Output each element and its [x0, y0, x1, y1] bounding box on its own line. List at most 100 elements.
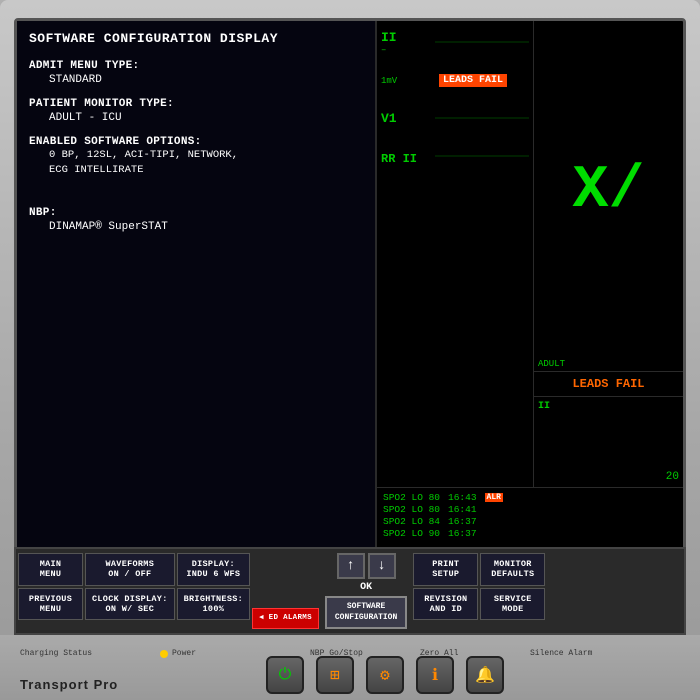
spo2-time-2: 16:37 — [448, 516, 477, 527]
menu-icon: ⊞ — [330, 665, 340, 685]
btn-group-left1: MAINMENU PREVIOUSMENU — [18, 553, 83, 629]
wave-label-rr: RR II — [381, 148, 431, 166]
config-title: SOFTWARE CONFIGURATION DISPLAY — [29, 31, 363, 46]
ed-alarms-group: ◀ ED ALARMS — [252, 553, 319, 629]
menu-button[interactable]: ⊞ — [316, 656, 354, 694]
spo2-row-1: SPO2 LO 80 16:41 — [383, 504, 677, 515]
spo2-time-0: 16:43 — [448, 492, 477, 503]
power-icon: ⏻ — [279, 666, 292, 684]
spo2-label-2: SPO2 LO 84 — [383, 516, 440, 527]
phys-buttons: ⏻ ⊞ ⚙ ℹ 🔔 — [100, 656, 670, 694]
software-config-button[interactable]: SOFTWARECONFIGURATION — [325, 596, 407, 629]
leads-fail-badge-1: LEADS FAIL — [439, 74, 507, 87]
waveform-svg-rr — [435, 139, 529, 174]
spo2-time-1: 16:41 — [448, 504, 477, 515]
config-icon: ⚙ — [380, 665, 390, 685]
wave-row-ii: II – — [381, 25, 529, 60]
btn-group-right1: PRINTSETUP REVISIONAND ID — [413, 553, 478, 629]
wave-row-rr: RR II — [381, 139, 529, 174]
wave-label-1mv: 1mV — [381, 76, 431, 86]
wave-row-v1: V1 — [381, 101, 529, 136]
ii-sub: – — [381, 45, 431, 55]
nbp-section: NBP: DINAMAP® SuperSTAT — [29, 207, 363, 233]
enabled-options-value1: 0 BP, 12SL, ACI-TIPI, NETWORK, — [29, 148, 363, 163]
right-waveform-vitals: II – 1mV — [377, 21, 683, 567]
charging-status-label: Charging Status — [20, 649, 92, 658]
patient-monitor-value: ADULT - ICU — [29, 112, 363, 124]
alr-badge: ALR — [485, 493, 503, 502]
enabled-options-label: ENABLED SOFTWARE OPTIONS: — [29, 136, 363, 148]
screen-content: SOFTWARE CONFIGURATION DISPLAY ADMIT MEN… — [17, 21, 683, 567]
mini-displays-col: X/ ADULT LEADS FAIL II 20 — [533, 21, 683, 487]
wave-label-v1: V1 — [381, 111, 431, 126]
revision-id-button[interactable]: REVISIONAND ID — [413, 588, 478, 620]
monitor-defaults-button[interactable]: MONITORDEFAULTS — [480, 553, 545, 585]
admit-menu-label: ADMIT MENU TYPE: — [29, 60, 363, 72]
device-outer: ED-48 SOFTWARE CONFIGURATION DISPLAY ADM… — [0, 0, 700, 700]
center-controls: ↑ ↓ OK SOFTWARECONFIGURATION — [321, 553, 411, 629]
mini-display-top: X/ ADULT — [534, 21, 683, 372]
arrow-buttons: ↑ ↓ — [337, 553, 396, 579]
spo2-label-1: SPO2 LO 80 — [383, 504, 440, 515]
wave-row-1mv: 1mV LEADS FAIL — [381, 63, 529, 98]
waveform-svg-v1 — [435, 101, 529, 136]
patient-monitor-section: PATIENT MONITOR TYPE: ADULT - ICU — [29, 98, 363, 124]
btn-group-left2: WAVEFORMSON / OFF CLOCK DISPLAY:ON W/ SE… — [85, 553, 175, 629]
main-menu-button[interactable]: MAINMENU — [18, 553, 83, 585]
btn-group-left3: DISPLAY:INDU 6 WFS BRIGHTNESS:100% — [177, 553, 250, 629]
print-setup-button[interactable]: PRINTSETUP — [413, 553, 478, 585]
admit-menu-section: ADMIT MENU TYPE: STANDARD — [29, 60, 363, 86]
rr-label: RR II — [381, 148, 431, 166]
spo2-row-0: SPO2 LO 80 16:43 ALR — [383, 492, 677, 503]
spo2-label-3: SPO2 LO 90 — [383, 528, 440, 539]
power-button[interactable]: ⏻ — [266, 656, 304, 694]
spo2-label-0: SPO2 LO 80 — [383, 492, 440, 503]
wave-content-v1 — [435, 101, 529, 136]
screen-area: SOFTWARE CONFIGURATION DISPLAY ADMIT MEN… — [14, 18, 686, 570]
nbp-value: DINAMAP® SuperSTAT — [29, 221, 363, 233]
big-x-display: X/ — [572, 161, 644, 221]
adult-label: ADULT — [538, 359, 565, 369]
ii-label: II — [381, 30, 431, 45]
info-button[interactable]: ℹ — [416, 656, 454, 694]
wave-content-1mv: LEADS FAIL — [435, 63, 529, 98]
transport-pro-text: Transport Pro — [20, 677, 118, 692]
config-button[interactable]: ⚙ — [366, 656, 404, 694]
wave-content-ii — [435, 25, 529, 60]
display-button[interactable]: DISPLAY:INDU 6 WFS — [177, 553, 250, 585]
brightness-button[interactable]: BRIGHTNESS:100% — [177, 588, 250, 620]
leads-fail-text: LEADS FAIL — [538, 375, 679, 393]
config-panel: SOFTWARE CONFIGURATION DISPLAY ADMIT MEN… — [17, 21, 377, 567]
spo2-row-2: SPO2 LO 84 16:37 — [383, 516, 677, 527]
right-top: II – 1mV — [377, 21, 683, 487]
ok-label: OK — [360, 582, 372, 593]
ii-small-label: II — [538, 401, 550, 412]
clock-display-button[interactable]: CLOCK DISPLAY:ON W/ SEC — [85, 588, 175, 620]
mini-display-bottom: II 20 — [534, 397, 683, 487]
admit-menu-value: STANDARD — [29, 74, 363, 86]
1mv-label: 1mV — [381, 76, 431, 86]
alarm-icon: 🔔 — [475, 665, 495, 685]
nbp-label: NBP: — [29, 207, 363, 219]
btn-group-right2: MONITORDEFAULTS SERVICEMODE — [480, 553, 545, 629]
wave-content-rr — [435, 139, 529, 174]
device-bottom: Charging Status Power NBP Go/Stop Zero A… — [0, 635, 700, 700]
leads-fail-banner: LEADS FAIL — [534, 372, 683, 397]
spo2-time-3: 16:37 — [448, 528, 477, 539]
button-bar: MAINMENU PREVIOUSMENU WAVEFORMSON / OFF … — [14, 547, 686, 635]
waveforms-button[interactable]: WAVEFORMSON / OFF — [85, 553, 175, 585]
device-model-label: Transport Pro — [20, 677, 118, 692]
service-mode-button[interactable]: SERVICEMODE — [480, 588, 545, 620]
down-arrow-button[interactable]: ↓ — [368, 553, 396, 579]
info-icon: ℹ — [432, 665, 438, 685]
spo2-row-3: SPO2 LO 90 16:37 — [383, 528, 677, 539]
ed-alarms-button[interactable]: ◀ ED ALARMS — [252, 608, 319, 629]
patient-monitor-label: PATIENT MONITOR TYPE: — [29, 98, 363, 110]
up-arrow-button[interactable]: ↑ — [337, 553, 365, 579]
spo2-data-rows: SPO2 LO 80 16:43 ALR SPO2 LO 80 16:41 SP… — [383, 492, 677, 539]
previous-menu-button[interactable]: PREVIOUSMENU — [18, 588, 83, 620]
wave-label-ii: II – — [381, 30, 431, 55]
alarm-button[interactable]: 🔔 — [466, 656, 504, 694]
charging-text: Charging Status — [20, 649, 92, 658]
enabled-options-value2: ECG INTELLIRATE — [29, 163, 363, 178]
